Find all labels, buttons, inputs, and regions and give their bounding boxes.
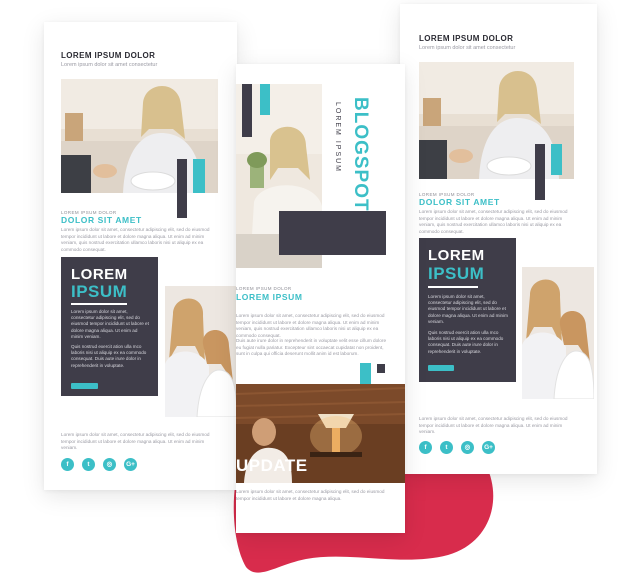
left-mother-daughter-photo xyxy=(165,286,237,417)
right-mother-daughter-photo xyxy=(522,267,594,399)
right-panel-ipsum: IPSUM xyxy=(428,264,485,283)
middle-kicker: LOREM IPSUM DOLOR xyxy=(236,286,292,291)
facebook-icon[interactable]: f xyxy=(419,441,432,454)
right-dark-accent-bar xyxy=(535,144,545,200)
left-header-subtitle: Lorem ipsum dolor sit amet consectetur xyxy=(61,62,158,68)
facebook-icon[interactable]: f xyxy=(61,458,74,471)
left-panel-text-1: Lorem ipsum dolor sit amet, consectetur … xyxy=(71,309,149,339)
middle-brand-title: BLOGSPOT xyxy=(350,97,371,212)
right-teal-accent-bar xyxy=(551,144,562,175)
middle-paragraph-2: Duis aute irure dolor in reprehenderit i… xyxy=(236,338,387,356)
middle-footer-paragraph: Lorem ipsum dolor sit amet, consectetur … xyxy=(236,489,385,501)
right-body-paragraph: Lorem ipsum dolor sit amet, consectetur … xyxy=(419,209,568,234)
right-header-subtitle: Lorem ipsum dolor sit amet consectetur xyxy=(419,45,516,51)
left-heading: DOLOR SIT AMET xyxy=(61,215,142,225)
left-dark-accent-bar xyxy=(177,159,187,218)
right-panel-text-1: Lorem ipsum dolor sit amet, consectetur … xyxy=(428,294,508,324)
right-panel-rule xyxy=(428,286,478,288)
right-panel-text-2: Quis nostrud exercit ation ulla mco labo… xyxy=(428,330,504,354)
left-panel-button[interactable] xyxy=(71,383,98,389)
left-panel-lorem: LOREM xyxy=(71,266,128,283)
right-header-title: LOREM IPSUM DOLOR xyxy=(419,34,514,43)
left-panel-rule xyxy=(71,303,127,305)
left-footer-paragraph: Lorem ipsum dolor sit amet, consectetur … xyxy=(61,432,210,450)
middle-dark-accent-bar xyxy=(242,84,252,137)
left-panel-text-2: Quis nostrud exercit ation ulla mco labo… xyxy=(71,344,147,368)
google-plus-icon[interactable]: G+ xyxy=(124,458,137,471)
google-plus-icon[interactable]: G+ xyxy=(482,441,495,454)
left-teal-accent-bar xyxy=(193,159,205,193)
middle-heading: LOREM IPSUM xyxy=(236,292,303,302)
middle-newsletter-card: BLOGSPOT LOREM IPSUM LOREM IPSUM DOLOR L… xyxy=(236,64,405,533)
left-lorem-ipsum-panel: LOREM IPSUM Lorem ipsum dolor sit amet, … xyxy=(61,257,158,396)
twitter-icon[interactable]: t xyxy=(82,458,95,471)
right-newsletter-card: LOREM IPSUM DOLOR Lorem ipsum dolor sit … xyxy=(400,4,597,474)
right-panel-lorem: LOREM xyxy=(428,247,485,264)
middle-paragraph-1: Lorem ipsum dolor sit amet, consectetur … xyxy=(236,313,385,338)
instagram-icon[interactable]: ◎ xyxy=(461,441,474,454)
left-body-paragraph: Lorem ipsum dolor sit amet, consectetur … xyxy=(61,227,210,252)
middle-dark-small-square xyxy=(377,364,385,373)
right-panel-button[interactable] xyxy=(428,365,454,371)
middle-teal-accent-bar xyxy=(260,84,270,115)
right-heading: DOLOR SIT AMET xyxy=(419,197,500,207)
middle-dark-rect-block xyxy=(279,211,386,255)
left-newsletter-card: LOREM IPSUM DOLOR Lorem ipsum dolor sit … xyxy=(44,22,237,490)
right-footer-paragraph: Lorem ipsum dolor sit amet, consectetur … xyxy=(419,416,568,434)
instagram-icon[interactable]: ◎ xyxy=(103,458,116,471)
left-panel-ipsum: IPSUM xyxy=(71,282,128,301)
right-lorem-ipsum-panel: LOREM IPSUM Lorem ipsum dolor sit amet, … xyxy=(419,238,516,382)
middle-brand-subtitle: LOREM IPSUM xyxy=(334,102,341,174)
twitter-icon[interactable]: t xyxy=(440,441,453,454)
left-header-title: LOREM IPSUM DOLOR xyxy=(61,51,156,60)
middle-update-title: UPDATE xyxy=(236,456,308,475)
